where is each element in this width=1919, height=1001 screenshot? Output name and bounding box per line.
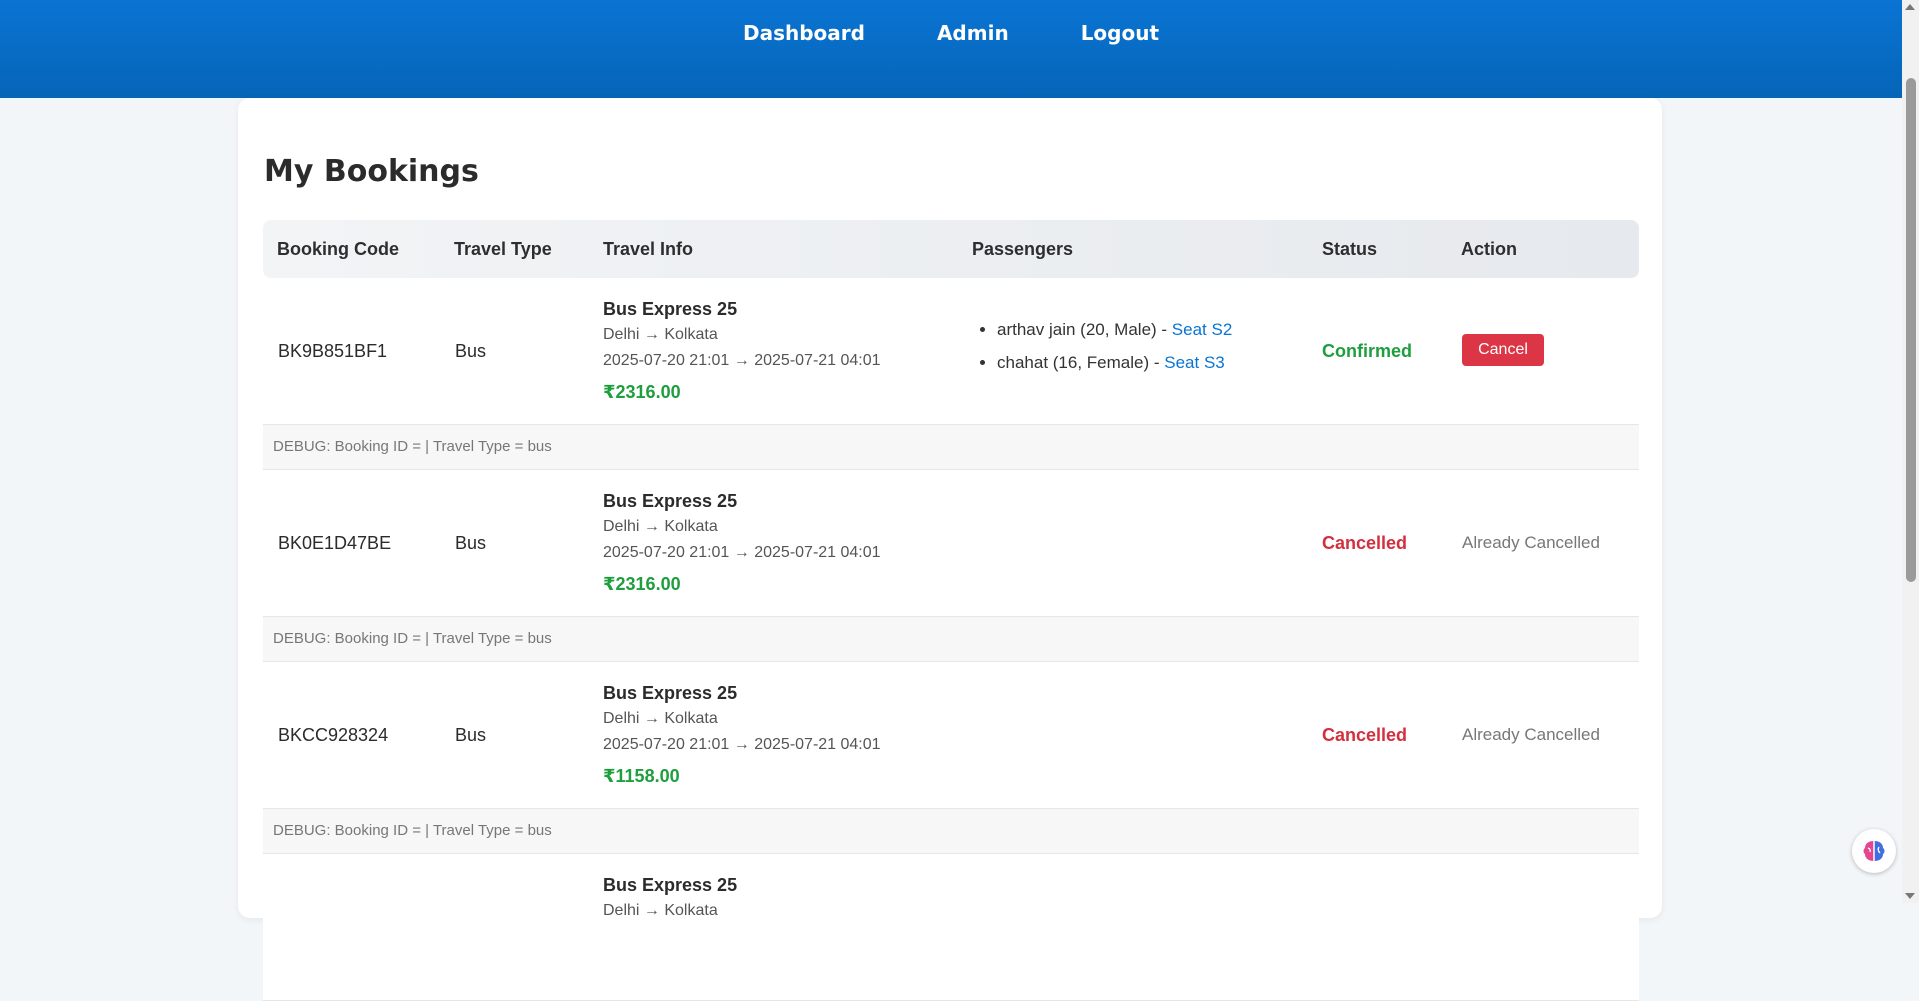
debug-line: DEBUG: Booking ID = | Travel Type = bus bbox=[263, 425, 1639, 470]
header-action: Action bbox=[1461, 239, 1517, 259]
table-header: Booking Code Travel Type Travel Info Pas… bbox=[263, 220, 1639, 278]
vehicle-name: Bus Express 25 bbox=[603, 683, 738, 703]
price: ₹2316.00 bbox=[603, 574, 681, 594]
vehicle-name: Bus Express 25 bbox=[603, 299, 738, 319]
travel-info: Bus Express 25 Delhi → Kolkata 2025-07-2… bbox=[603, 296, 881, 408]
route: Delhi → Kolkata bbox=[603, 902, 718, 919]
top-navbar: Dashboard Admin Logout bbox=[0, 0, 1902, 98]
travel-info: Bus Express 25 Delhi → Kolkata 2025-07-2… bbox=[603, 680, 881, 792]
already-cancelled-label: Already Cancelled bbox=[1462, 725, 1600, 744]
status-badge: Cancelled bbox=[1322, 533, 1408, 553]
schedule: 2025-07-20 21:01 → 2025-07-21 04:01 bbox=[603, 736, 881, 753]
vehicle-name: Bus Express 25 bbox=[603, 875, 738, 895]
table-row: BK9B851BF1 Bus Bus Express 25 Delhi → Ko… bbox=[263, 278, 1639, 425]
bookings-table: Booking Code Travel Type Travel Info Pas… bbox=[263, 220, 1639, 1001]
debug-line: DEBUG: Booking ID = | Travel Type = bus bbox=[263, 809, 1639, 854]
seat-label: Seat S2 bbox=[1171, 320, 1233, 339]
already-cancelled-label: Already Cancelled bbox=[1462, 533, 1600, 552]
nav-logout[interactable]: Logout bbox=[1045, 20, 1195, 46]
travel-info: Bus Express 25 Delhi → Kolkata bbox=[603, 872, 737, 924]
header-passengers: Passengers bbox=[972, 239, 1074, 259]
passenger-item: arthav jain (20, Male) - Seat S2 bbox=[997, 313, 1232, 346]
cancel-booking-button[interactable]: Cancel bbox=[1462, 334, 1544, 366]
table-row: BK0E1D47BE Bus Bus Express 25 Delhi → Ko… bbox=[263, 470, 1639, 617]
status-badge: Confirmed bbox=[1322, 341, 1412, 361]
scrollbar-thumb[interactable] bbox=[1906, 78, 1916, 582]
vehicle-name: Bus Express 25 bbox=[603, 491, 738, 511]
price: ₹1158.00 bbox=[603, 766, 680, 786]
schedule: 2025-07-20 21:01 → 2025-07-21 04:01 bbox=[603, 544, 881, 561]
travel-type: Bus bbox=[455, 341, 487, 361]
debug-line: DEBUG: Booking ID = | Travel Type = bus bbox=[263, 617, 1639, 662]
table-row: Bus Express 25 Delhi → Kolkata bbox=[263, 854, 1639, 1001]
page-title: My Bookings bbox=[264, 154, 479, 189]
route: Delhi → Kolkata bbox=[603, 710, 718, 727]
scroll-down-arrow-icon[interactable] bbox=[1905, 893, 1915, 899]
travel-type: Bus bbox=[455, 533, 487, 553]
header-travel-info: Travel Info bbox=[603, 239, 694, 259]
bookings-card: My Bookings Booking Code Travel Type Tra… bbox=[238, 98, 1662, 1001]
scroll-up-arrow-icon[interactable] bbox=[1905, 4, 1915, 10]
brain-icon bbox=[1863, 841, 1885, 861]
route: Delhi → Kolkata bbox=[603, 518, 718, 535]
travel-info: Bus Express 25 Delhi → Kolkata 2025-07-2… bbox=[603, 488, 881, 600]
page-scrollbar[interactable] bbox=[1902, 0, 1919, 903]
table-row: BKCC928324 Bus Bus Express 25 Delhi → Ko… bbox=[263, 662, 1639, 809]
price: ₹2316.00 bbox=[603, 382, 681, 402]
header-status: Status bbox=[1322, 239, 1378, 259]
header-booking-code: Booking Code bbox=[277, 239, 399, 259]
booking-code: BK9B851BF1 bbox=[278, 341, 388, 361]
passenger-list: arthav jain (20, Male) - Seat S2 chahat … bbox=[975, 313, 1232, 379]
nav-admin[interactable]: Admin bbox=[901, 20, 1045, 46]
passenger-info: chahat (16, Female) - bbox=[997, 353, 1165, 372]
passenger-item: chahat (16, Female) - Seat S3 bbox=[997, 346, 1232, 379]
schedule: 2025-07-20 21:01 → 2025-07-21 04:01 bbox=[603, 352, 881, 369]
route: Delhi → Kolkata bbox=[603, 326, 718, 343]
status-badge: Cancelled bbox=[1322, 725, 1408, 745]
travel-type: Bus bbox=[455, 725, 487, 745]
booking-code: BKCC928324 bbox=[278, 725, 389, 745]
main-nav: Dashboard Admin Logout bbox=[0, 20, 1902, 46]
nav-dashboard[interactable]: Dashboard bbox=[707, 20, 901, 46]
header-travel-type: Travel Type bbox=[454, 239, 552, 259]
seat-label: Seat S3 bbox=[1164, 353, 1225, 372]
booking-code: BK0E1D47BE bbox=[278, 533, 392, 553]
passenger-info: arthav jain (20, Male) - bbox=[997, 320, 1172, 339]
assistant-widget-button[interactable] bbox=[1852, 829, 1896, 873]
